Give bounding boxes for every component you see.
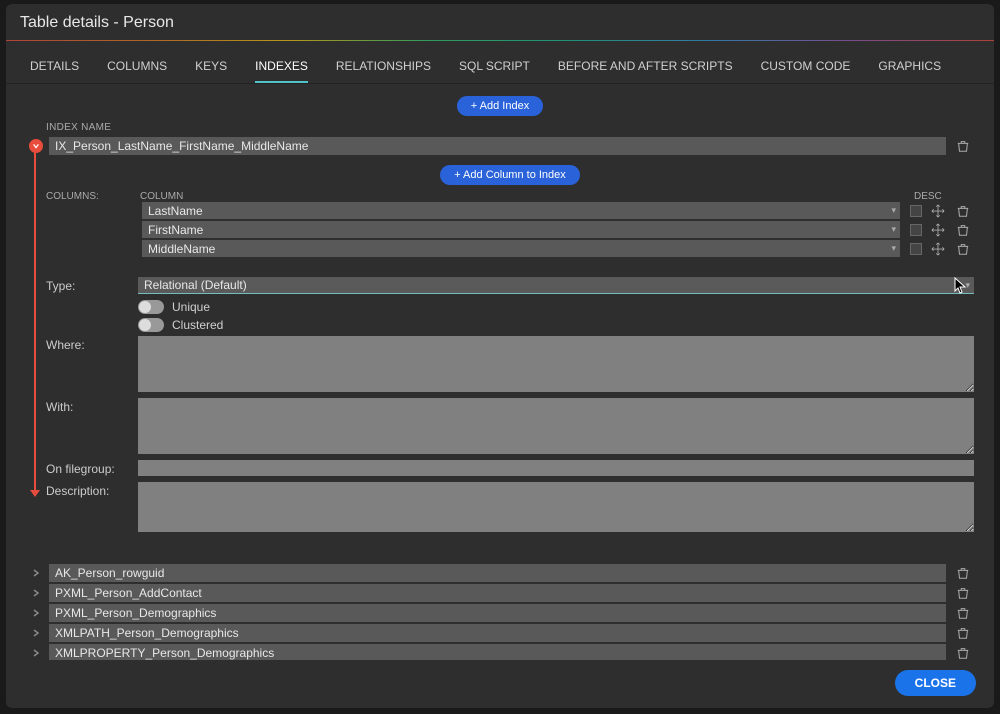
expand-index-button[interactable]: [29, 626, 43, 640]
type-select[interactable]: [138, 277, 974, 294]
index-name-input[interactable]: [49, 137, 946, 155]
with-textarea[interactable]: [138, 398, 974, 454]
trash-icon[interactable]: [956, 646, 970, 660]
unique-label: Unique: [172, 300, 210, 314]
index-column-row: ▾: [46, 221, 974, 238]
desc-checkbox[interactable]: [910, 205, 922, 217]
onfilegroup-label: On filegroup:: [46, 460, 138, 476]
index-column-select[interactable]: [142, 240, 900, 257]
add-index-button[interactable]: + Add Index: [457, 96, 543, 116]
table-details-dialog: Table details - Person DETAILS COLUMNS K…: [6, 4, 994, 708]
move-icon[interactable]: [931, 223, 945, 237]
trash-icon[interactable]: [956, 566, 970, 580]
index-row: [26, 584, 974, 602]
tab-details[interactable]: DETAILS: [16, 53, 93, 83]
tab-graphics[interactable]: GRAPHICS: [864, 53, 955, 83]
move-icon[interactable]: [931, 242, 945, 256]
desc-checkbox[interactable]: [910, 224, 922, 236]
trash-icon[interactable]: [956, 586, 970, 600]
column-header: COLUMN: [138, 191, 914, 202]
trash-icon[interactable]: [956, 139, 970, 153]
rainbow-divider: [6, 40, 994, 41]
description-textarea[interactable]: [138, 482, 974, 532]
description-label: Description:: [46, 482, 138, 498]
annotation-line: [34, 152, 36, 494]
desc-checkbox[interactable]: [910, 243, 922, 255]
index-column-row: ▾: [46, 202, 974, 219]
index-name-input[interactable]: [49, 644, 946, 660]
where-textarea[interactable]: [138, 336, 974, 392]
collapse-active-index-button[interactable]: [29, 139, 43, 153]
tab-bar: DETAILS COLUMNS KEYS INDEXES RELATIONSHI…: [6, 41, 994, 84]
trash-icon[interactable]: [956, 204, 970, 218]
tab-keys[interactable]: KEYS: [181, 53, 241, 83]
index-name-input[interactable]: [49, 584, 946, 602]
index-row: [26, 564, 974, 582]
dialog-footer: CLOSE: [6, 660, 994, 708]
where-label: Where:: [46, 336, 138, 352]
index-name-input[interactable]: [49, 624, 946, 642]
index-row: [26, 604, 974, 622]
unique-toggle[interactable]: [138, 300, 164, 314]
clustered-label: Clustered: [172, 318, 223, 332]
index-column-select[interactable]: [142, 202, 900, 219]
expand-index-button[interactable]: [29, 566, 43, 580]
type-label: Type:: [46, 277, 138, 293]
index-name-label: INDEX NAME: [46, 122, 974, 133]
columns-label: COLUMNS:: [46, 191, 138, 202]
index-column-select[interactable]: [142, 221, 900, 238]
tab-beforeafter[interactable]: BEFORE AND AFTER SCRIPTS: [544, 53, 747, 83]
content-area: + Add Index INDEX NAME + Add Column to I…: [6, 84, 994, 660]
tab-columns[interactable]: COLUMNS: [93, 53, 181, 83]
with-label: With:: [46, 398, 138, 414]
clustered-toggle[interactable]: [138, 318, 164, 332]
index-name-input[interactable]: [49, 564, 946, 582]
index-row: [26, 624, 974, 642]
tab-customcode[interactable]: CUSTOM CODE: [747, 53, 865, 83]
tab-relationships[interactable]: RELATIONSHIPS: [322, 53, 445, 83]
move-icon[interactable]: [931, 204, 945, 218]
trash-icon[interactable]: [956, 606, 970, 620]
index-column-row: ▾: [46, 240, 974, 257]
desc-header: DESC: [914, 191, 974, 202]
chevron-down-icon: [32, 142, 40, 150]
dialog-title: Table details - Person: [6, 4, 994, 40]
tab-indexes[interactable]: INDEXES: [241, 53, 322, 83]
trash-icon[interactable]: [956, 223, 970, 237]
index-name-input[interactable]: [49, 604, 946, 622]
tab-sqlscript[interactable]: SQL SCRIPT: [445, 53, 544, 83]
trash-icon[interactable]: [956, 242, 970, 256]
onfilegroup-textarea[interactable]: [138, 460, 974, 476]
trash-icon[interactable]: [956, 626, 970, 640]
close-button[interactable]: CLOSE: [895, 670, 976, 696]
annotation-arrow-icon: [30, 490, 40, 497]
expand-index-button[interactable]: [29, 646, 43, 660]
add-column-to-index-button[interactable]: + Add Column to Index: [440, 165, 580, 185]
expand-index-button[interactable]: [29, 586, 43, 600]
expand-index-button[interactable]: [29, 606, 43, 620]
index-row: [26, 644, 974, 660]
